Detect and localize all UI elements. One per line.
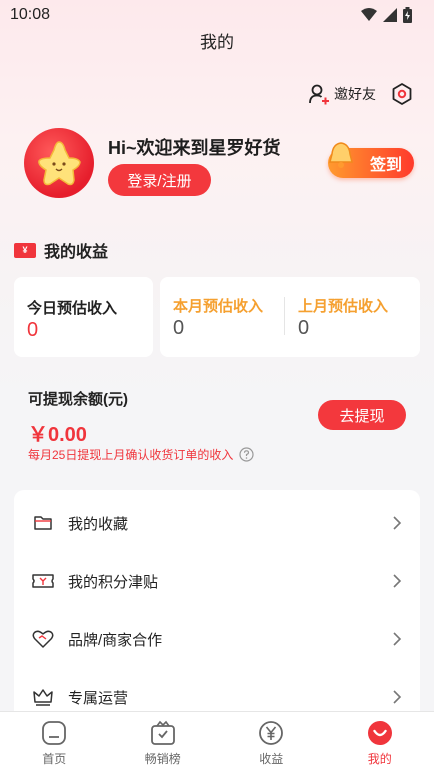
- today-income-value: 0: [27, 319, 39, 341]
- wifi-icon: [361, 8, 377, 21]
- today-income-card[interactable]: 今日预估收入 0: [14, 277, 153, 357]
- this-month-income[interactable]: 本月预估收入 0: [160, 277, 284, 357]
- menu-item-favorites[interactable]: 我的收藏: [14, 494, 420, 552]
- status-bar: 10:08: [0, 0, 434, 30]
- help-icon[interactable]: [239, 447, 254, 462]
- last-month-income[interactable]: 上月预估收入 0: [286, 277, 420, 357]
- heart-handshake-icon: [32, 628, 54, 650]
- signin-label: 签到: [369, 157, 402, 174]
- divider: [284, 297, 285, 335]
- folder-icon: [32, 512, 54, 534]
- withdrawable-balance-label: 可提现余额(元): [28, 391, 128, 408]
- menu-item-label: 品牌/商家合作: [68, 631, 163, 649]
- last-month-income-value: 0: [298, 317, 310, 339]
- menu-item-brand-cooperation[interactable]: 品牌/商家合作: [14, 610, 420, 668]
- this-month-income-label: 本月预估收入: [173, 298, 264, 315]
- ranking-icon: [150, 720, 175, 745]
- avatar[interactable]: [24, 128, 94, 198]
- tab-bestsellers[interactable]: 畅销榜: [109, 712, 218, 772]
- status-icons: [361, 7, 412, 23]
- crown-icon: [32, 686, 54, 708]
- menu-list: 我的收藏 我的积分津贴 品牌/商家合作 专属运营: [14, 490, 420, 720]
- menu-item-label: 我的收藏: [68, 515, 129, 533]
- last-month-income-label: 上月预估收入: [298, 298, 389, 315]
- login-register-button[interactable]: 登录/注册: [108, 164, 211, 196]
- battery-icon: [403, 7, 412, 23]
- smile-icon: [367, 721, 392, 745]
- tab-label: 首页: [42, 752, 67, 766]
- chevron-right-icon: [393, 632, 402, 646]
- invite-label: 邀好友: [334, 86, 376, 102]
- bell-icon: [329, 142, 353, 168]
- tab-home[interactable]: 首页: [0, 712, 109, 772]
- profile-section: Hi~欢迎来到星罗好货 登录/注册 签到: [24, 128, 414, 198]
- this-month-income-value: 0: [173, 317, 185, 339]
- today-income-label: 今日预估收入: [27, 300, 118, 317]
- bottom-tab-bar: 首页 畅销榜 收益 我的: [0, 711, 434, 772]
- earnings-ticket-icon: ¥: [14, 242, 36, 258]
- status-time: 10:08: [10, 6, 51, 23]
- chevron-right-icon: [393, 516, 402, 530]
- chevron-right-icon: [393, 574, 402, 588]
- tab-mine[interactable]: 我的: [326, 712, 434, 772]
- tab-label: 畅销榜: [144, 752, 181, 766]
- menu-item-label: 我的积分津贴: [68, 573, 159, 591]
- tab-label: 收益: [259, 752, 284, 766]
- withdrawable-balance-value: ￥0.00: [28, 424, 87, 446]
- ticket-icon: [32, 570, 54, 592]
- earnings-section-title: 我的收益: [44, 244, 109, 261]
- top-actions: 邀好友: [308, 82, 414, 106]
- daily-signin-button[interactable]: 签到: [328, 142, 414, 178]
- withdraw-button[interactable]: 去提现: [318, 400, 406, 430]
- earnings-section-header: ¥ 我的收益: [14, 238, 108, 262]
- chevron-right-icon: [393, 690, 402, 704]
- yen-icon: [259, 721, 284, 745]
- tab-earnings[interactable]: 收益: [217, 712, 326, 772]
- tab-label: 我的: [367, 752, 392, 766]
- menu-item-label: 专属运营: [68, 689, 129, 707]
- withdraw-note: 每月25日提现上月确认收货订单的收入: [28, 446, 254, 463]
- menu-item-points[interactable]: 我的积分津贴: [14, 552, 420, 610]
- invite-friends-button[interactable]: 邀好友: [308, 83, 376, 105]
- greeting-text: Hi~欢迎来到星罗好货: [108, 138, 281, 158]
- star-mascot-icon: [38, 141, 81, 186]
- withdraw-note-text: 每月25日提现上月确认收货订单的收入: [28, 448, 234, 462]
- monthly-income-card: 本月预估收入 0 上月预估收入 0: [160, 277, 420, 357]
- earnings-badge-text: ¥: [22, 245, 28, 255]
- signal-icon: [383, 8, 397, 22]
- withdraw-section: 可提现余额(元) ￥0.00 每月25日提现上月确认收货订单的收入 去提现: [14, 378, 420, 470]
- settings-icon[interactable]: [390, 82, 414, 106]
- page-title: 我的: [200, 33, 234, 52]
- add-user-icon: [309, 84, 329, 105]
- home-icon: [42, 721, 67, 745]
